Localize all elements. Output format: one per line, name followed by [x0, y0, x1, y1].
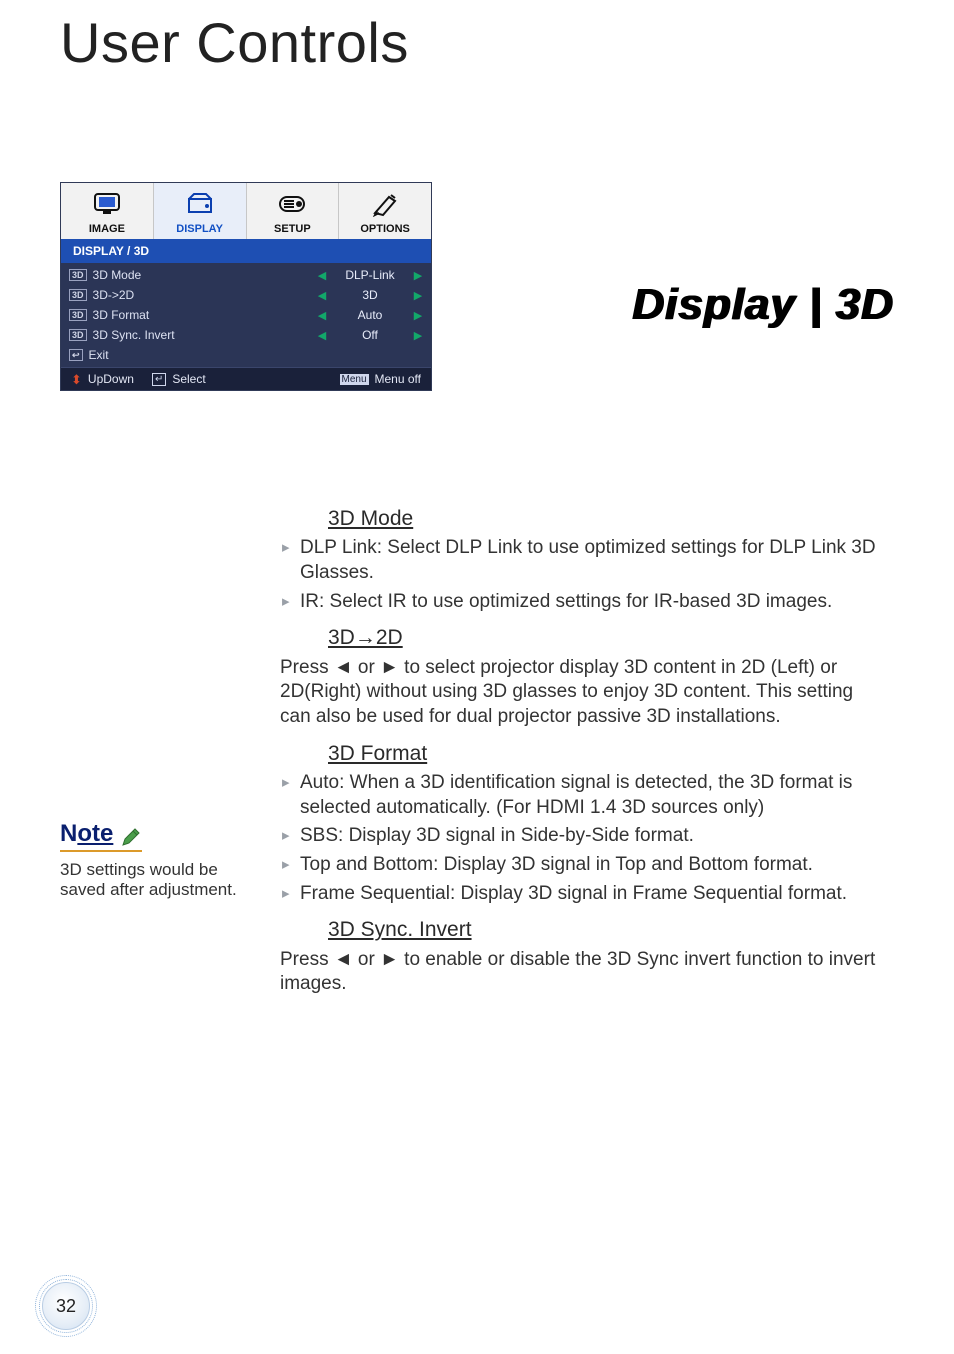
list-item: IR: Select IR to use optimized settings …	[280, 590, 885, 615]
note-label-rest: ote	[77, 820, 113, 847]
arrow-left-icon[interactable]: ◀	[317, 329, 327, 342]
osd-tab-label: OPTIONS	[360, 223, 410, 235]
heading-3d-sync-invert: 3D Sync. Invert	[280, 916, 885, 943]
row-value: 3D	[335, 288, 405, 302]
hint-select: ↵ Select	[152, 372, 206, 386]
body-content: 3D Mode DLP Link: Select DLP Link to use…	[280, 495, 885, 1005]
heading-3d-format: 3D Format	[280, 740, 885, 767]
osd-row-3d-format[interactable]: 3D 3D Format ◀ Auto ▶	[61, 305, 431, 325]
enter-key-icon: ↵	[152, 373, 166, 386]
page-title: User Controls	[0, 0, 954, 75]
note-text: 3D settings would be saved after adjustm…	[60, 860, 260, 900]
row-label: 3D Sync. Invert	[93, 328, 213, 342]
row-3d-icon: 3D	[69, 269, 87, 281]
row-3d-icon: 3D	[69, 309, 87, 321]
hint-updown: ⬍ UpDown	[71, 372, 134, 386]
row-value: Auto	[335, 308, 405, 322]
page-number-badge: 32	[42, 1282, 90, 1330]
heading-3d-to-2d: 3D→2D	[280, 624, 885, 651]
osd-tab-options[interactable]: OPTIONS	[339, 183, 431, 239]
arrow-right-icon[interactable]: ▶	[413, 309, 423, 322]
row-3d-icon: 3D	[69, 289, 87, 301]
para-3d-sync-invert: Press ◄ or ► to enable or disable the 3D…	[280, 948, 885, 997]
list-3d-format: Auto: When a 3D identification signal is…	[280, 771, 885, 906]
hint-updown-label: UpDown	[88, 372, 134, 386]
osd-row-3d-2d[interactable]: 3D 3D->2D ◀ 3D ▶	[61, 285, 431, 305]
osd-tab-label: SETUP	[274, 223, 311, 235]
menu-key-icon: Menu	[340, 374, 369, 385]
list-item: Frame Sequential: Display 3D signal in F…	[280, 882, 885, 907]
list-item: SBS: Display 3D signal in Side-by-Side f…	[280, 824, 885, 849]
display-icon	[185, 189, 215, 219]
options-icon	[371, 189, 399, 219]
osd-tabs: IMAGE DISPLAY SETUP OPTIONS	[61, 183, 431, 239]
para-3d-to-2d: Press ◄ or ► to select projector display…	[280, 656, 885, 730]
pencil-icon	[120, 826, 142, 848]
hint-select-label: Select	[172, 372, 205, 386]
row-label: 3D->2D	[93, 288, 213, 302]
arrow-right-icon[interactable]: ▶	[413, 289, 423, 302]
arrow-left-icon[interactable]: ◀	[317, 269, 327, 282]
monitor-icon	[93, 189, 121, 219]
exit-icon: ↩	[69, 349, 83, 361]
note-block: Note 3D settings would be saved after ad…	[60, 820, 260, 900]
arrow-left-icon[interactable]: ◀	[317, 289, 327, 302]
page-number: 32	[56, 1296, 76, 1317]
osd-row-3d-mode[interactable]: 3D 3D Mode ◀ DLP-Link ▶	[61, 265, 431, 285]
hint-menuoff-label: Menu off	[375, 372, 421, 386]
row-label: 3D Mode	[93, 268, 213, 282]
heading-3d-mode: 3D Mode	[280, 505, 885, 532]
row-label: 3D Format	[93, 308, 213, 322]
updown-arrows-icon: ⬍	[71, 373, 82, 386]
note-heading: Note	[60, 820, 142, 852]
list-item: Auto: When a 3D identification signal is…	[280, 771, 885, 820]
arrow-left-icon[interactable]: ◀	[317, 309, 327, 322]
osd-row-exit[interactable]: ↩ Exit	[61, 345, 431, 365]
row-label: Exit	[89, 348, 209, 362]
osd-menu: IMAGE DISPLAY SETUP OPTIONS DISPLAY / 3D…	[60, 182, 432, 391]
osd-rows: 3D 3D Mode ◀ DLP-Link ▶ 3D 3D->2D ◀ 3D ▶…	[61, 263, 431, 367]
setup-icon	[277, 189, 307, 219]
osd-tab-label: DISPLAY	[176, 223, 223, 235]
list-item: Top and Bottom: Display 3D signal in Top…	[280, 853, 885, 878]
row-value: DLP-Link	[335, 268, 405, 282]
note-label-prefix: N	[60, 820, 77, 847]
osd-tab-setup[interactable]: SETUP	[247, 183, 340, 239]
osd-tab-image[interactable]: IMAGE	[61, 183, 154, 239]
arrow-right-icon[interactable]: ▶	[413, 269, 423, 282]
hint-menuoff: Menu Menu off	[340, 372, 422, 386]
section-heading: Display | 3D	[632, 280, 894, 330]
row-value: Off	[335, 328, 405, 342]
osd-row-3d-sync-invert[interactable]: 3D 3D Sync. Invert ◀ Off ▶	[61, 325, 431, 345]
osd-footer: ⬍ UpDown ↵ Select Menu Menu off	[61, 367, 431, 390]
osd-breadcrumb: DISPLAY / 3D	[61, 239, 431, 263]
osd-tab-display[interactable]: DISPLAY	[154, 183, 247, 239]
list-item: DLP Link: Select DLP Link to use optimiz…	[280, 536, 885, 585]
list-3d-mode: DLP Link: Select DLP Link to use optimiz…	[280, 536, 885, 614]
row-3d-icon: 3D	[69, 329, 87, 341]
arrow-right-icon[interactable]: ▶	[413, 329, 423, 342]
osd-tab-label: IMAGE	[89, 223, 125, 235]
